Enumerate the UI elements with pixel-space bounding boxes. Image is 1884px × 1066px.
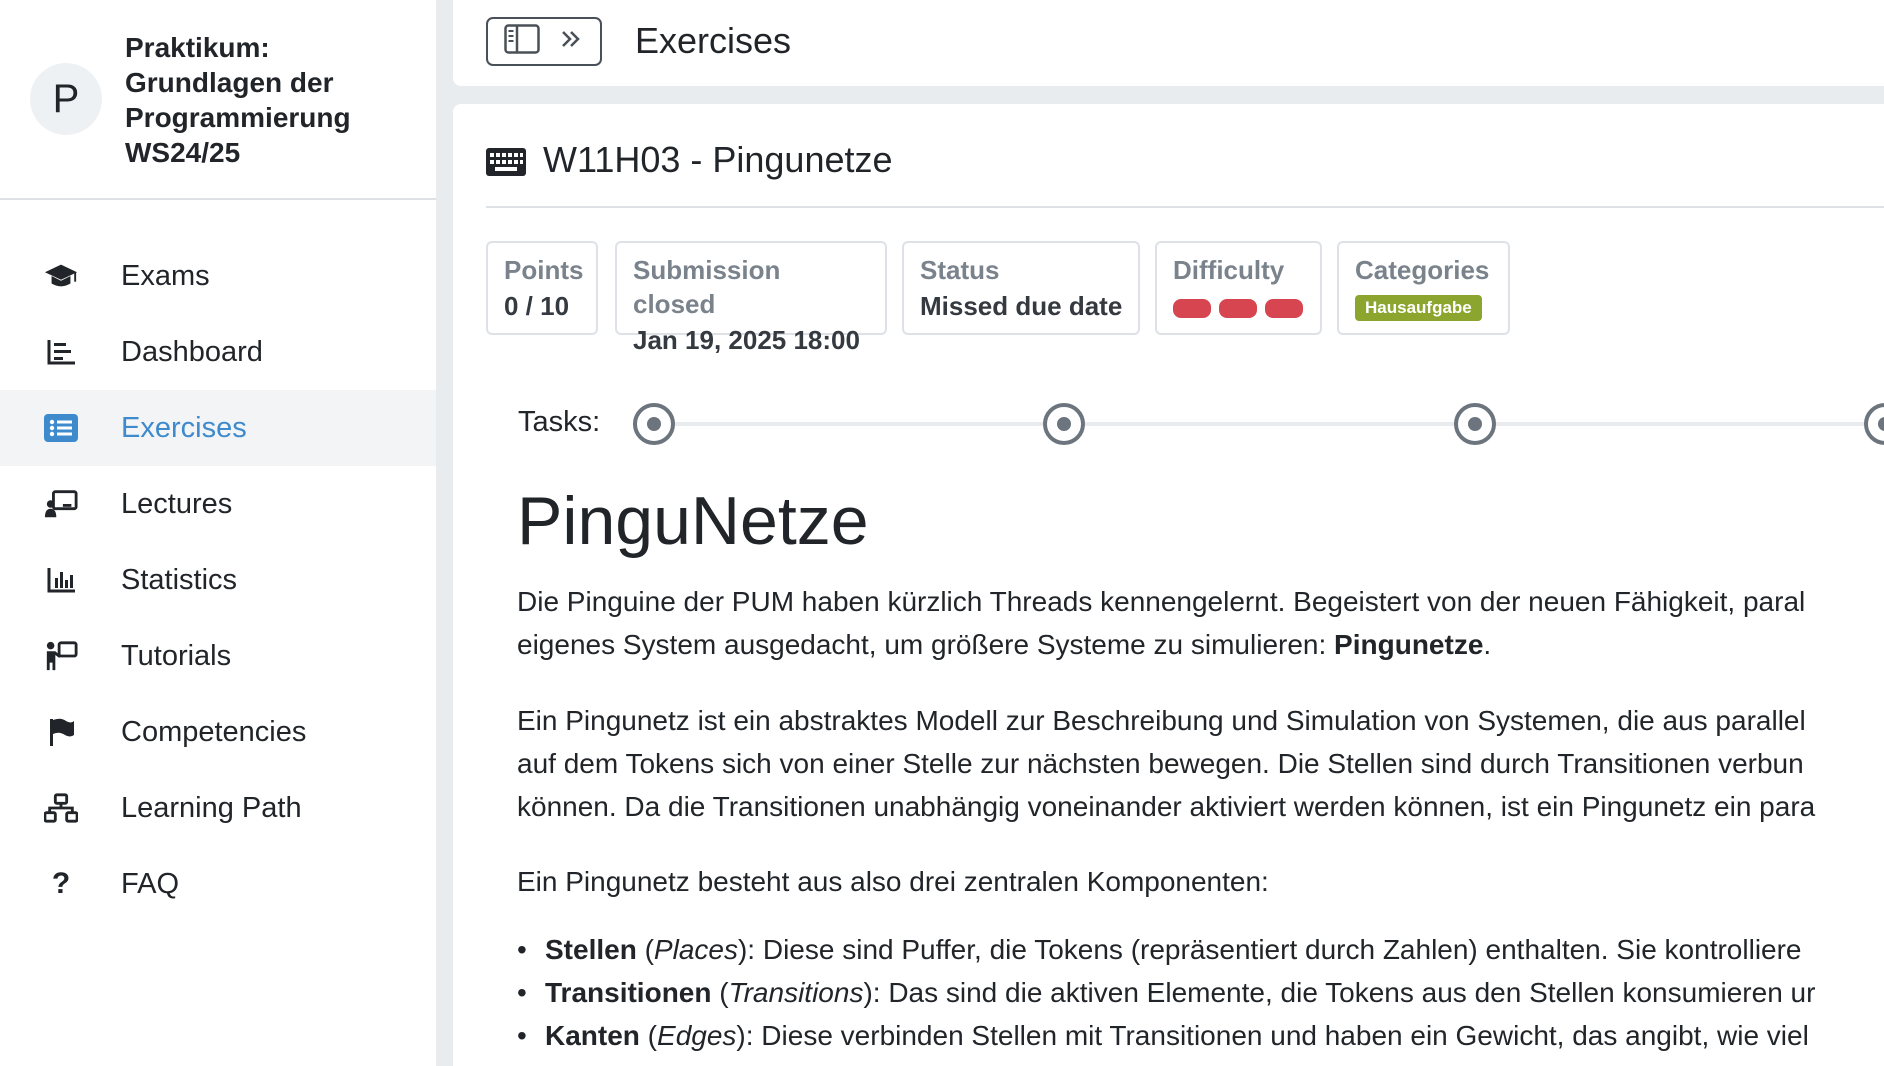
status-label: Status (920, 255, 1000, 285)
text: ( (636, 934, 654, 965)
sidebar: P Praktikum: Grundlagen der Programmieru… (0, 0, 436, 1066)
difficulty-bar (1219, 299, 1257, 318)
bar-chart-icon (44, 564, 78, 596)
bold-text: Transitionen (545, 977, 712, 1008)
chalkboard-user-icon (44, 488, 78, 520)
status-box: Status Missed due date (902, 241, 1140, 335)
points-value: 0 / 10 (504, 291, 570, 321)
course-avatar: P (30, 63, 102, 135)
exercise-title: W11H03 - Pingunetze (543, 139, 893, 180)
text: ): Diese verbinden Stellen mit Transitio… (736, 1020, 1809, 1051)
question-icon: ? (51, 867, 71, 900)
sidebar-item-exercises[interactable]: Exercises (0, 390, 436, 466)
text: . (1483, 629, 1492, 660)
sidebar-item-label: Tutorials (121, 639, 232, 672)
difficulty-bar (1173, 299, 1211, 318)
sidebar-toggle-button[interactable] (486, 17, 602, 66)
main-content: W11H03 - Pingunetze Points 0 / 10 Submis… (453, 104, 1884, 1066)
list-item: • Stellen (Places): Diese sind Puffer, di… (517, 934, 1802, 965)
sidebar-item-tutorials[interactable]: Tutorials (0, 618, 436, 694)
sidebar-item-label: FAQ (121, 867, 180, 900)
paragraph-line: Die Pinguine der PUM haben kürzlich Thre… (517, 586, 1806, 617)
difficulty-bar (1265, 299, 1303, 318)
category-badge: Hausaufgabe (1355, 295, 1482, 321)
paragraph-line: eigenes System ausgedacht, um größere Sy… (517, 623, 1491, 666)
list-icon (44, 412, 78, 444)
text: ( (711, 977, 729, 1008)
sidebar-item-exams[interactable]: Exams (0, 238, 436, 314)
sidebar-nav: Exams Dashboard Exercises Lectures Stati… (0, 238, 436, 922)
submission-value: Jan 19, 2025 18:00 (633, 325, 860, 355)
course-header[interactable]: P Praktikum: Grundlagen der Programmieru… (0, 0, 436, 200)
sidebar-item-learning-path[interactable]: Learning Path (0, 770, 436, 846)
sidebar-item-lectures[interactable]: Lectures (0, 466, 436, 542)
person-chalkboard-icon (44, 640, 78, 672)
paragraph-line: auf dem Tokens sich von einer Stelle zur… (517, 748, 1804, 779)
status-value: Missed due date (920, 291, 1123, 321)
flag-icon (44, 716, 78, 748)
sidebar-panel-icon (504, 24, 540, 59)
submission-label: Submission closed (633, 255, 781, 319)
text: ( (639, 1020, 658, 1051)
sidebar-item-label: Dashboard (121, 335, 263, 368)
submission-box: Submission closed Jan 19, 2025 18:00 (615, 241, 887, 355)
paragraph-line: Ein Pingunetz besteht aus also drei zent… (517, 866, 1269, 897)
tasks-label: Tasks: (518, 406, 601, 438)
bold-text: Stellen (545, 934, 637, 965)
sidebar-item-faq[interactable]: ? FAQ (0, 846, 436, 922)
task-node[interactable] (1043, 403, 1085, 445)
list-item: • Kanten (Edges): Diese verbinden Stellen… (517, 1020, 1809, 1051)
graduation-cap-icon (44, 260, 78, 292)
sidebar-item-label: Learning Path (121, 791, 302, 824)
task-node[interactable] (633, 403, 675, 445)
difficulty-box: Difficulty (1155, 241, 1322, 335)
paragraph-line: Ein Pingunetz ist ein abstraktes Modell … (517, 705, 1806, 736)
page-title: Exercises (635, 20, 792, 61)
bold-text: Pingunetze (1334, 629, 1484, 660)
task-node[interactable] (1454, 403, 1496, 445)
sidebar-item-label: Exercises (121, 411, 247, 444)
categories-box: Categories Hausaufgabe (1337, 241, 1510, 335)
chart-area-icon (44, 336, 78, 368)
difficulty-label: Difficulty (1173, 255, 1285, 285)
tasks-progress-line (653, 422, 1884, 426)
sidebar-item-label: Exams (121, 259, 210, 292)
sidebar-item-label: Statistics (121, 563, 238, 596)
points-box: Points 0 / 10 (486, 241, 598, 335)
bold-text: Kanten (545, 1020, 640, 1051)
categories-label: Categories (1355, 255, 1490, 285)
list-item: • Transitionen (Transitions): Das sind di… (517, 977, 1816, 1008)
course-title[interactable]: Praktikum: Grundlagen der Programmierung… (125, 30, 425, 170)
keyboard-icon (486, 148, 526, 181)
difficulty-indicator (1173, 299, 1304, 318)
sidebar-item-statistics[interactable]: Statistics (0, 542, 436, 618)
text: eigenes System ausgedacht, um größere Sy… (517, 629, 1335, 660)
sidebar-item-label: Lectures (121, 487, 233, 520)
sitemap-icon (44, 792, 78, 824)
sidebar-item-dashboard[interactable]: Dashboard (0, 314, 436, 390)
points-label: Points (504, 255, 584, 285)
italic-text: Edges (657, 1020, 737, 1051)
text: ): Das sind die aktiven Elemente, die To… (863, 977, 1816, 1008)
sidebar-item-label: Competencies (121, 715, 307, 748)
chevron-double-right-icon (560, 28, 582, 55)
top-bar: Exercises (453, 0, 1884, 86)
sidebar-item-competencies[interactable]: Competencies (0, 694, 436, 770)
text: ): Diese sind Puffer, die Tokens (repräs… (737, 934, 1802, 965)
problem-heading: PinguNetze (517, 483, 869, 559)
italic-text: Transitions (728, 977, 864, 1008)
italic-text: Places (653, 934, 738, 965)
exercise-header: W11H03 - Pingunetze (486, 134, 1884, 208)
sidebar-divider (436, 0, 453, 1066)
task-node[interactable] (1864, 403, 1884, 445)
paragraph-line: können. Da die Transitionen unabhängig v… (517, 791, 1816, 822)
